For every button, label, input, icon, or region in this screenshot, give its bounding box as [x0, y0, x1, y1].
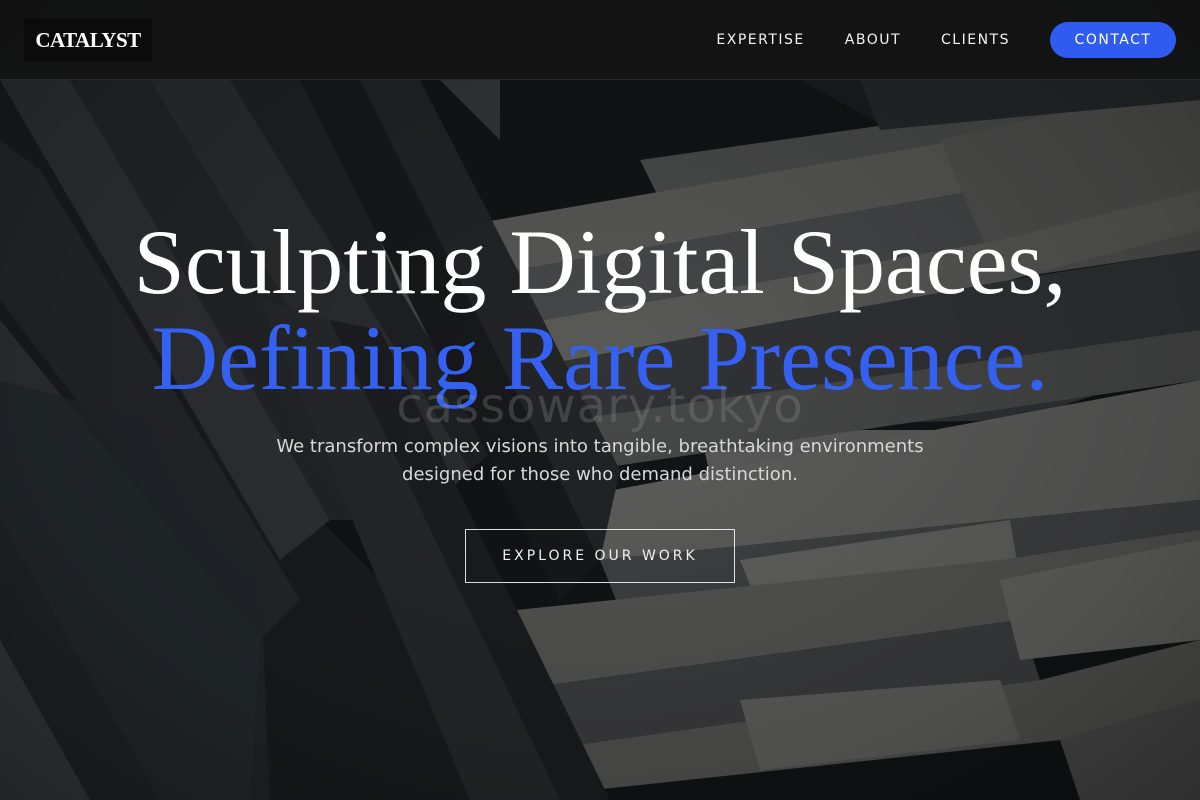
subtitle-line-2: designed for those who demand distinctio… [402, 464, 798, 485]
subtitle-line-1: We transform complex visions into tangib… [276, 436, 924, 457]
contact-button[interactable]: CONTACT [1050, 22, 1176, 58]
hero-subtitle: We transform complex visions into tangib… [200, 433, 1000, 489]
site-header: CATALYST EXPERTISE ABOUT CLIENTS CONTACT [0, 0, 1200, 80]
explore-our-work-button[interactable]: EXPLORE OUR WORK [465, 529, 735, 583]
watermark: cassowary.tokyo [396, 378, 804, 434]
headline-line-1: Sculpting Digital Spaces, [133, 211, 1067, 313]
nav-link-about[interactable]: ABOUT [845, 32, 901, 48]
hero-section: CATALYST EXPERTISE ABOUT CLIENTS CONTACT… [0, 0, 1200, 800]
main-nav: EXPERTISE ABOUT CLIENTS CONTACT [716, 22, 1176, 58]
logo[interactable]: CATALYST [24, 18, 152, 62]
nav-link-clients[interactable]: CLIENTS [941, 32, 1010, 48]
nav-link-expertise[interactable]: EXPERTISE [716, 32, 804, 48]
